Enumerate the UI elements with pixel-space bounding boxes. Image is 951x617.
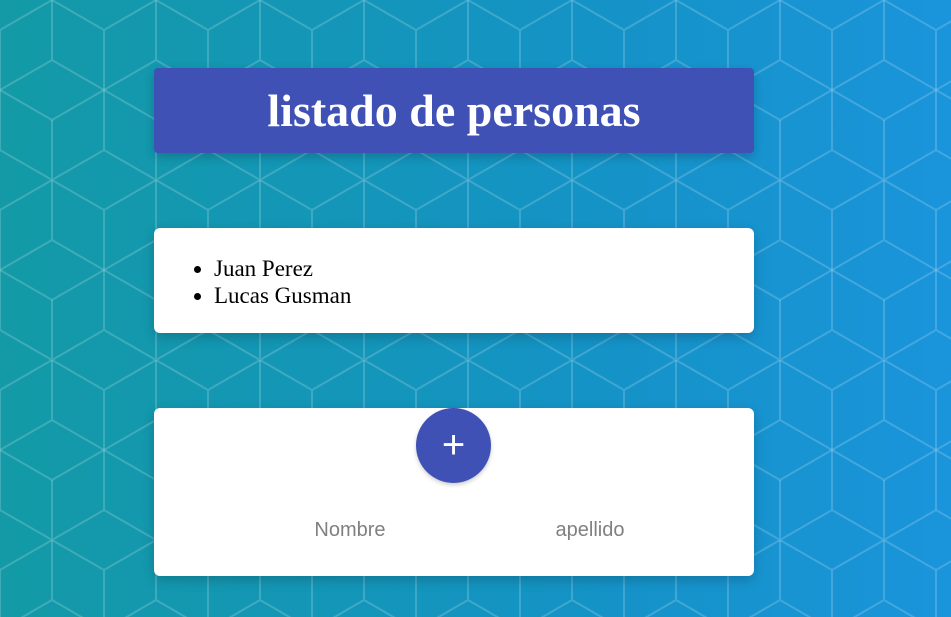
page-header: listado de personas [154,68,754,153]
people-list-card: Juan Perez Lucas Gusman [154,228,754,333]
people-list: Juan Perez Lucas Gusman [154,228,754,309]
list-item: Juan Perez [214,255,754,282]
apellido-input[interactable] [503,516,677,544]
plus-icon: + [441,423,466,467]
list-item: Lucas Gusman [214,282,754,309]
page-title: listado de personas [267,84,641,136]
add-person-button[interactable]: + [416,408,491,483]
add-person-form: + [154,408,754,576]
nombre-input[interactable] [263,516,437,544]
